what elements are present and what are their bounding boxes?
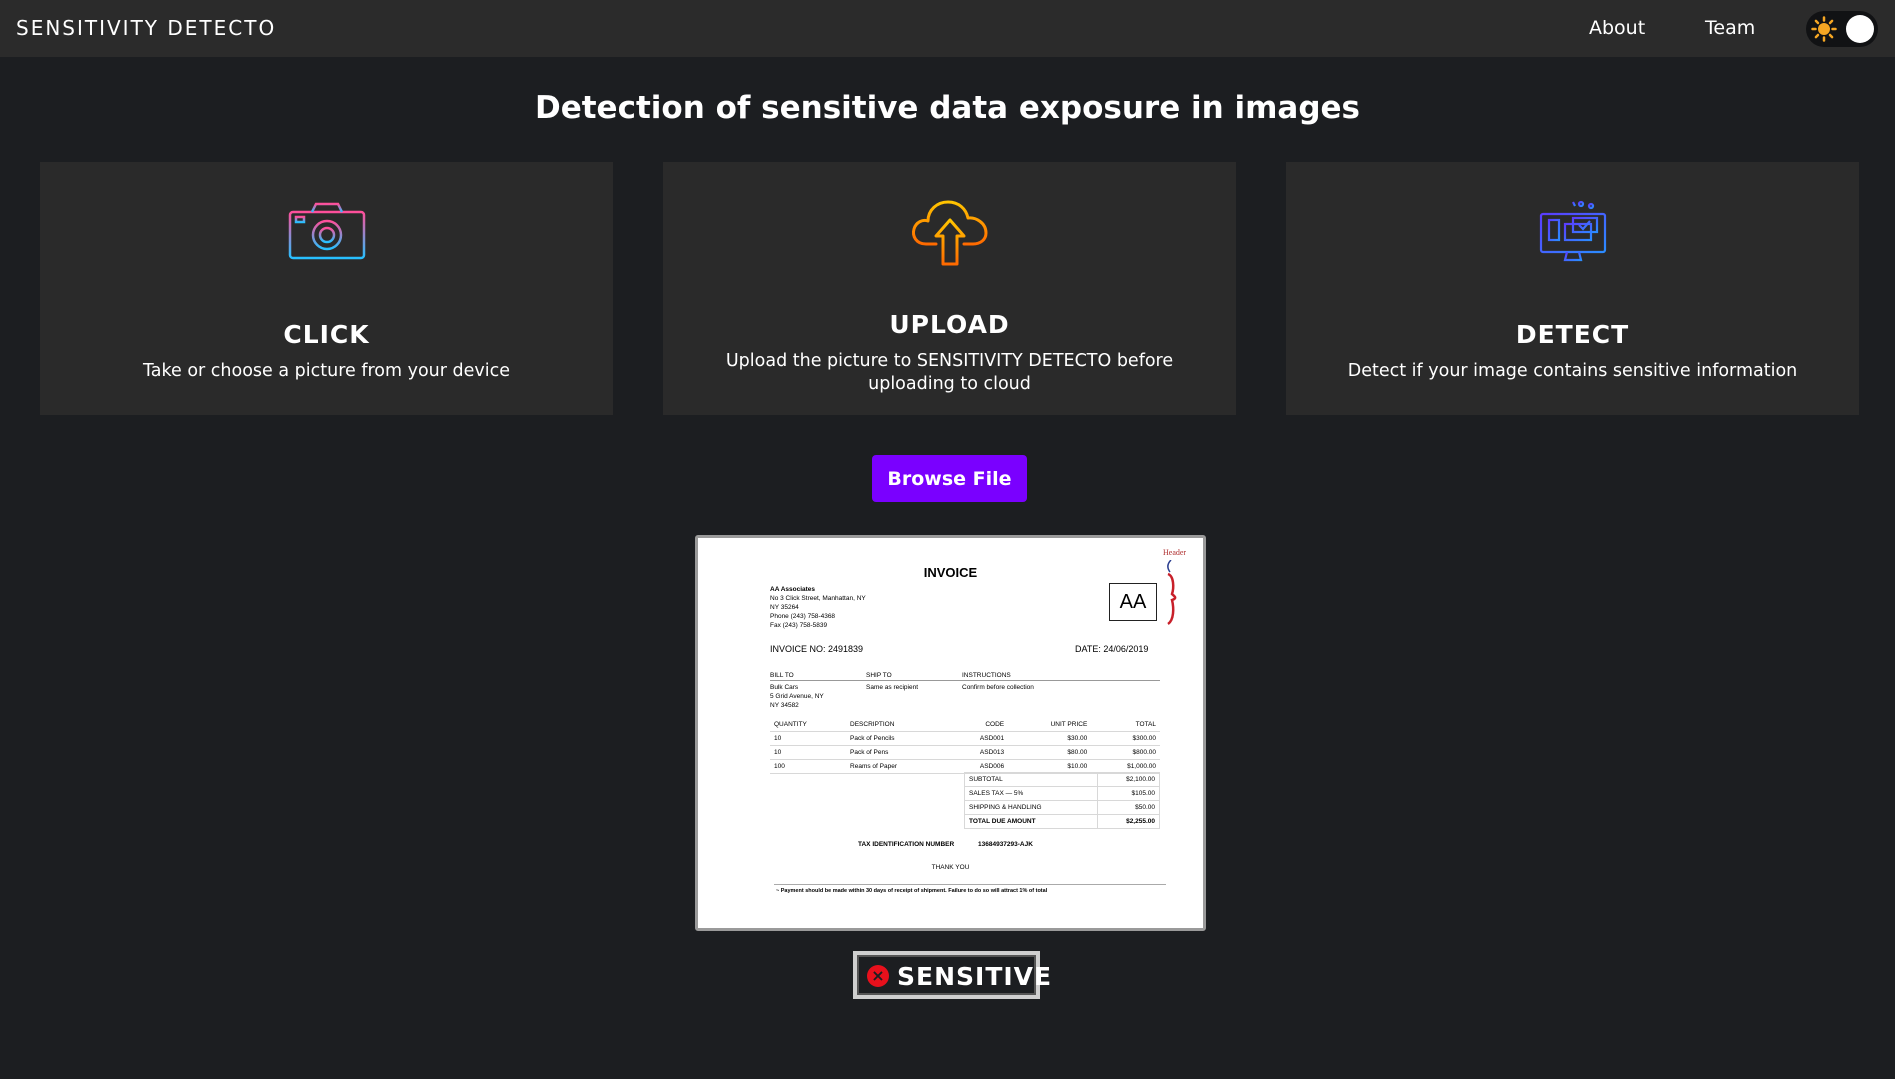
divider [774,884,1166,885]
table-cell: Pack of Pencils [846,731,949,746]
totals-row: TOTAL DUE AMOUNT $2,255.00 [963,814,1160,829]
invoice-title: INVOICE [923,565,978,580]
totals-value: $2,255.00 [1097,814,1160,829]
totals-value: $50.00 [1097,800,1160,815]
thank-you-text: THANK YOU [931,864,970,871]
column-header: TOTAL [1091,718,1160,732]
company-address-1: No 3 Click Street, Manhattan, NY [770,595,866,602]
bill-to-2: 5 Grid Avenue, NY [770,693,824,700]
camera-icon [288,202,366,266]
bill-to-3: NY 34582 [770,702,799,709]
table-cell: Reams of Paper [846,759,949,774]
table-row: 10 Pack of Pens ASD013 $80.00 $800.00 [770,745,1160,760]
payment-footer: ~ Payment should be made within 30 days … [776,888,1048,894]
table-cell: 100 [770,759,847,774]
top-navbar: SENSITIVITY DETECTO About Team [0,0,1895,57]
company-logo-box: AA [1109,583,1157,621]
card-desc-detect: Detect if your image contains sensitive … [1347,361,1798,381]
bill-to-label: BILL TO [770,672,794,679]
table-cell: 10 [770,731,847,746]
tax-id-value: 13684937293-AJK [978,841,1033,848]
tax-id-label: TAX IDENTIFICATION NUMBER [858,841,955,848]
totals-label: SHIPPING & HANDLING [963,800,1099,815]
table-cell: $30.00 [1008,731,1092,746]
table-cell: $80.00 [1008,745,1092,760]
column-header: UNIT PRICE [1008,718,1092,732]
instructions-label: INSTRUCTIONS [962,672,1011,679]
card-title-upload: UPLOAD [889,310,1010,339]
totals-label: SUBTOTAL [963,772,1099,787]
table-cell: $300.00 [1091,731,1160,746]
totals-label: SALES TAX — 5% [963,786,1099,801]
table-cell: ASD013 [948,745,1009,760]
instructions-value: Confirm before collection [962,684,1034,691]
invoice-items-table: QUANTITY DESCRIPTION CODE UNIT PRICE TOT… [770,718,1160,774]
company-address-2: NY 35264 [770,604,799,611]
table-cell: Pack of Pens [846,745,949,760]
column-header: CODE [948,718,1009,732]
company-name: AA Associates [770,586,816,593]
invoice-date: DATE: 24/06/2019 [1075,644,1149,654]
totals-label: TOTAL DUE AMOUNT [963,814,1099,829]
browse-file-button[interactable]: Browse File [872,455,1027,502]
invoice-number: INVOICE NO: 2491839 [770,644,864,654]
totals-row: SUBTOTAL $2,100.00 [963,772,1160,787]
card-title-detect: DETECT [1515,320,1630,349]
column-header: QUANTITY [770,718,847,732]
header-annotation: Header [1163,548,1187,557]
divider [770,680,1160,681]
company-fax: Fax (243) 758-5839 [770,622,828,629]
card-desc-click: Take or choose a picture from your devic… [142,361,511,381]
feature-card-click: CLICK Take or choose a picture from your… [40,162,613,415]
cloud-upload-icon [908,190,992,278]
x-circle-icon: × [867,965,889,987]
table-header-row: QUANTITY DESCRIPTION CODE UNIT PRICE TOT… [770,718,1160,732]
toggle-knob [1846,15,1874,43]
totals-value: $105.00 [1097,786,1160,801]
nav-link-about[interactable]: About [1589,17,1645,39]
sun-icon [1811,16,1837,46]
card-title-click: CLICK [283,320,370,349]
card-desc-upload: Upload the picture to SENSITIVITY DETECT… [725,351,1174,394]
page-headline: Detection of sensitive data exposure in … [534,90,1361,126]
theme-toggle[interactable] [1806,11,1878,47]
bill-to-1: Bulk Cars [770,684,799,691]
result-label: SENSITIVE [897,962,1053,991]
feature-card-detect: DETECT Detect if your image contains sen… [1286,162,1859,415]
ship-to-label: SHIP TO [866,672,892,679]
feature-card-upload: UPLOAD Upload the picture to SENSITIVITY… [663,162,1236,415]
table-cell: $800.00 [1091,745,1160,760]
ship-to-value: Same as recipient [866,684,919,691]
invoice-totals-table: SUBTOTAL $2,100.00 SALES TAX — 5% $105.00 … [963,772,1160,829]
totals-row: SALES TAX — 5% $105.00 [963,786,1160,801]
totals-row: SHIPPING & HANDLING $50.00 [963,800,1160,815]
brand-logo-text[interactable]: SENSITIVITY DETECTO [16,16,276,40]
totals-value: $2,100.00 [1097,772,1160,787]
column-header: DESCRIPTION [846,718,949,732]
result-status-badge: × SENSITIVE [853,951,1051,999]
company-phone: Phone (243) 758-4368 [770,613,836,620]
brace-annotation [1167,560,1177,626]
table-row: 10 Pack of Pencils ASD001 $30.00 $300.00 [770,731,1160,746]
nav-link-team[interactable]: Team [1705,17,1755,39]
table-cell: 10 [770,745,847,760]
uploaded-image-preview: INVOICE Header AA AA Associates No 3 Cli… [695,535,1206,931]
monitor-detect-icon [1537,200,1609,270]
table-cell: ASD001 [948,731,1009,746]
